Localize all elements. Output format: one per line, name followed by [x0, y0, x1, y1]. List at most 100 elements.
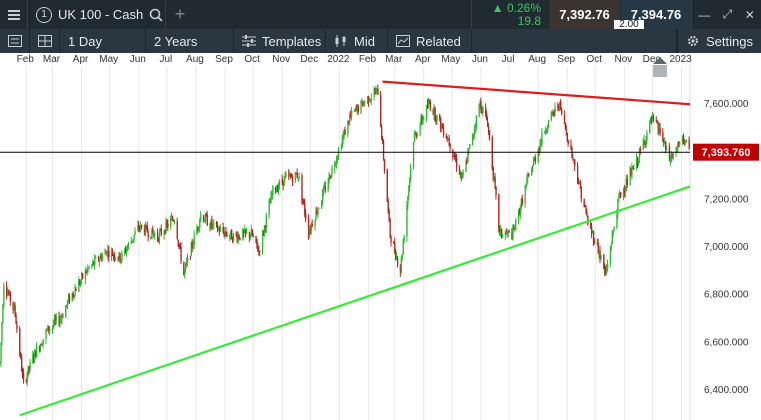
change-percent: 0.26% — [506, 0, 541, 15]
candle-body — [206, 215, 208, 226]
candle-body — [141, 225, 143, 227]
candle-body — [318, 207, 320, 209]
candle-body — [600, 255, 602, 260]
candle-body — [311, 224, 313, 227]
candle-body — [292, 177, 294, 182]
x-tick-label: May — [99, 54, 118, 65]
candle-body — [154, 234, 156, 236]
settings-label: Settings — [706, 33, 753, 49]
candle-body — [337, 149, 340, 157]
templates-icon — [242, 35, 256, 47]
candle-body — [29, 362, 31, 370]
candle-body — [688, 139, 690, 148]
templates-button[interactable]: Templates — [234, 29, 326, 53]
chart-toolbar: 1 Day 2 Years Templates Mid Related Sett… — [0, 29, 761, 53]
maximize-icon[interactable]: ⤢ — [723, 7, 733, 22]
candle-body — [189, 256, 192, 258]
candle-body — [158, 231, 161, 241]
candle-body — [613, 226, 615, 230]
price-chart[interactable]: Feb Mar Apr May Jun Jul Aug Sep Oct Nov Dec 2022 Feb… — [0, 53, 761, 420]
x-tick-label: Oct — [587, 54, 603, 65]
candle-body — [239, 238, 241, 240]
candle-body — [75, 289, 77, 291]
candle-body — [488, 130, 491, 139]
candle-body — [49, 329, 51, 331]
candle-body — [317, 209, 319, 215]
candle-body — [213, 222, 215, 225]
candle-body — [580, 187, 583, 199]
toolbar-spacer — [472, 29, 677, 53]
candle-body — [397, 257, 399, 265]
candle-body — [626, 178, 628, 186]
close-icon[interactable]: ✕ — [745, 8, 755, 22]
candle-body — [646, 132, 648, 141]
candle-body — [382, 140, 385, 160]
x-tick-label: Aug — [528, 54, 546, 65]
candle-body — [593, 241, 596, 243]
up-triangle-icon: ▲ — [491, 0, 504, 15]
candle-body — [370, 98, 373, 101]
candle-body — [412, 142, 415, 168]
candle-body — [36, 346, 38, 358]
candle-body — [344, 130, 346, 135]
candle-body — [200, 214, 202, 221]
candle-body — [413, 134, 416, 142]
add-tab-icon[interactable]: + — [166, 0, 194, 29]
settings-button[interactable]: Settings — [677, 29, 761, 53]
candle-body — [16, 324, 18, 330]
candle-body — [62, 316, 64, 318]
candle-body — [666, 146, 668, 149]
x-tick-label: Mar — [385, 54, 403, 65]
candle-body — [219, 227, 222, 232]
layout-button[interactable] — [30, 29, 60, 53]
sell-price-button[interactable]: 7,392.76 — [549, 0, 620, 29]
candle-body — [285, 174, 287, 177]
candle-body — [639, 149, 642, 151]
period-select[interactable]: 1 Day — [60, 29, 146, 53]
candle-body — [567, 140, 569, 144]
candle-body — [475, 115, 478, 129]
candle-body — [55, 316, 58, 321]
grid-icon — [37, 35, 52, 47]
candle-body — [534, 157, 537, 162]
candle-body — [482, 107, 484, 113]
candle-body — [22, 372, 25, 381]
search-icon[interactable] — [149, 8, 163, 22]
list-button[interactable] — [0, 29, 30, 53]
candle-body — [187, 257, 189, 263]
candle-body — [246, 232, 248, 234]
candle-body — [377, 88, 379, 95]
candle-body — [531, 171, 533, 176]
candle-body — [133, 234, 135, 239]
candle-body — [565, 129, 568, 133]
candle-body — [494, 176, 496, 187]
candle-body — [572, 157, 574, 159]
instrument-index: 1 — [36, 6, 52, 23]
candle-body — [3, 285, 5, 307]
instrument-tab[interactable]: 1 UK 100 - Cash — [28, 0, 166, 29]
candle-body — [226, 233, 228, 237]
candle-body — [389, 218, 391, 236]
candle-body — [42, 339, 44, 345]
templates-label: Templates — [262, 33, 322, 49]
candle-body — [547, 120, 550, 128]
menu-button[interactable] — [0, 0, 28, 29]
minimize-icon[interactable]: — — [698, 8, 710, 22]
related-button[interactable]: Related — [388, 29, 472, 53]
candle-body — [98, 259, 101, 262]
price-type-button[interactable]: Mid — [326, 29, 388, 53]
related-label: Related — [416, 33, 461, 49]
menu-icon — [7, 9, 20, 20]
y-tick-label: 6,800.000 — [704, 290, 749, 301]
range-select[interactable]: 2 Years — [146, 29, 234, 53]
candle-body — [314, 220, 316, 227]
instrument-name: UK 100 - Cash — [58, 7, 144, 22]
x-tick-label: Aug — [186, 54, 204, 65]
x-tick-label: Jun — [472, 54, 488, 65]
y-tick-label: 7,000.000 — [704, 242, 749, 253]
price-type-label: Mid — [354, 33, 375, 49]
candle-body — [296, 173, 298, 178]
candle-body — [416, 134, 418, 137]
candle-body — [177, 239, 179, 244]
x-tick-label: Nov — [614, 54, 632, 65]
